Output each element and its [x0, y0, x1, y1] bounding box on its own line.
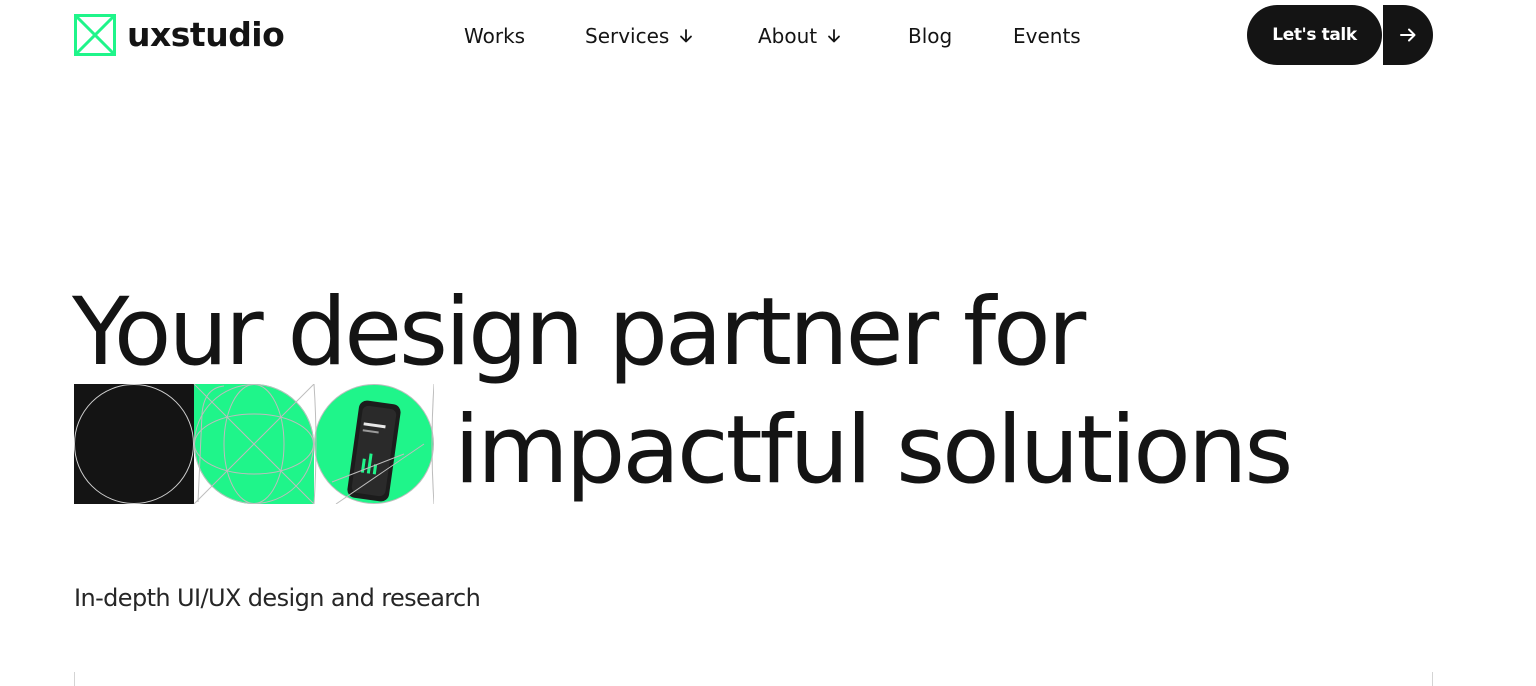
uxstudio-logo-icon [74, 14, 116, 56]
nav-about[interactable]: About [758, 22, 842, 50]
hero-heading-line-1: Your design partner for [72, 278, 1086, 387]
hero-heading-line-2: impactful solutions [454, 396, 1293, 505]
nav-about-label: About [758, 24, 818, 48]
site-header: uxstudio Works Services About Blog Event… [0, 0, 1536, 72]
green-quatrefoil-tile [193, 384, 315, 504]
arrow-down-icon [828, 29, 841, 43]
nav-services-label: Services [585, 24, 670, 48]
nav-works-label: Works [464, 24, 526, 48]
content-frame-edge-right [1432, 672, 1433, 686]
nav-works[interactable]: Works [464, 22, 525, 50]
dark-circle-tile [74, 384, 194, 504]
nav-blog-label: Blog [908, 24, 953, 48]
nav-blog[interactable]: Blog [908, 22, 952, 50]
lets-talk-button[interactable]: Let's talk [1247, 5, 1433, 65]
arrow-right-icon [1400, 28, 1416, 42]
nav-events-label: Events [1013, 24, 1081, 48]
logo-link[interactable]: uxstudio [74, 14, 285, 56]
hero-subtitle: In-depth UI/UX design and research [74, 584, 481, 612]
green-circle-phone-tile [313, 384, 434, 504]
page: uxstudio Works Services About Blog Event… [0, 0, 1536, 686]
logo-wordmark: uxstudio [127, 15, 285, 54]
nav-services[interactable]: Services [585, 22, 694, 50]
hero-graphic [74, 384, 434, 504]
arrow-down-icon [680, 29, 693, 43]
lets-talk-label: Let's talk [1247, 5, 1382, 65]
content-frame-edge-left [74, 672, 75, 686]
nav-events[interactable]: Events [1013, 22, 1081, 50]
lets-talk-arrow-button[interactable] [1383, 5, 1433, 65]
